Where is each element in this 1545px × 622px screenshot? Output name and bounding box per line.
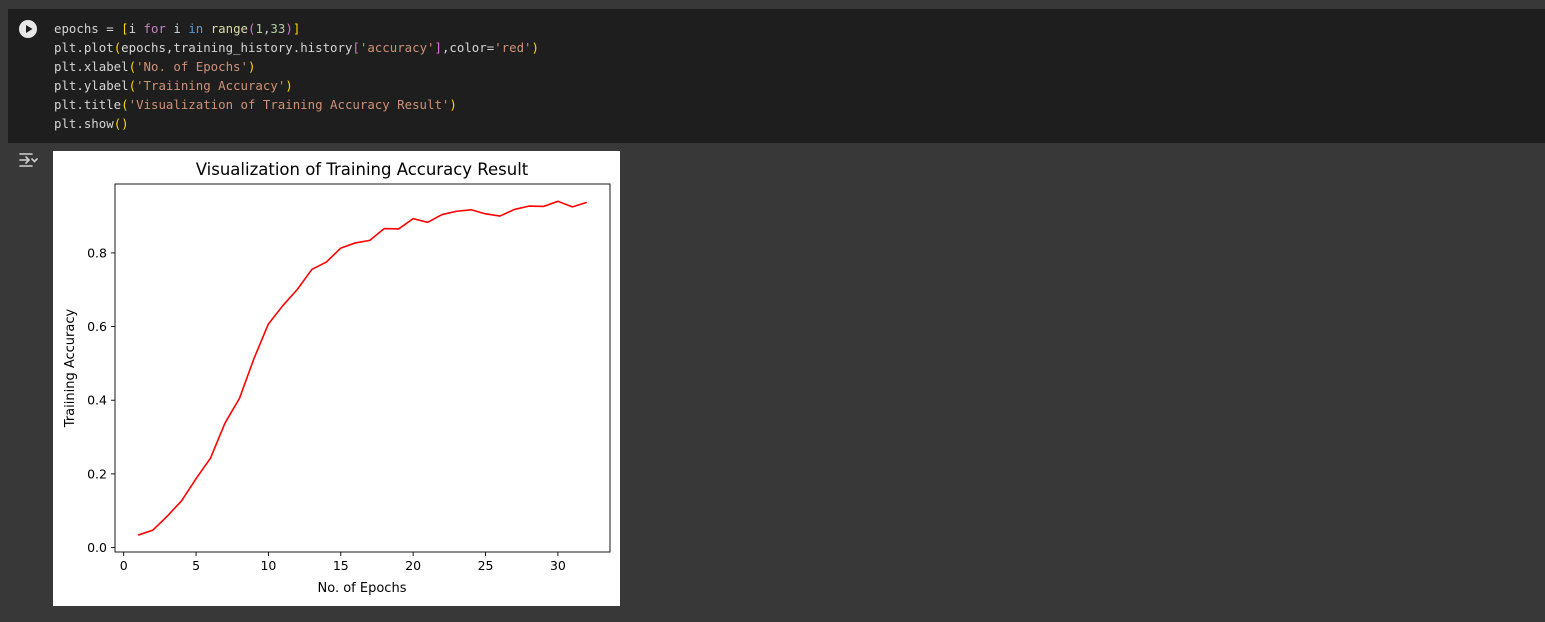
code-line: plt.xlabel('No. of Epochs') [54,59,256,74]
x-axis-label: No. of Epochs [318,581,407,596]
accuracy-line [137,200,588,536]
x-tick-label: 25 [478,558,494,573]
code-line: plt.show() [54,116,129,131]
x-axis-ticks: 0 5 10 15 20 25 30 [120,552,566,573]
line-chart: Visualization of Training Accuracy Resul… [63,160,611,596]
code-cell[interactable]: epochs = [i for i in range(1,33)] plt.plo… [8,9,1545,143]
code-line: plt.plot(epochs,training_history.history… [54,40,539,55]
y-tick-label: 0.0 [87,540,107,555]
y-axis-label: Traiining Accuracy [63,308,78,428]
chart-title: Visualization of Training Accuracy Resul… [196,160,529,179]
play-icon [26,25,33,33]
x-tick-label: 10 [260,558,276,573]
x-tick-label: 0 [120,558,128,573]
y-tick-label: 0.6 [87,319,107,334]
x-tick-label: 20 [405,558,421,573]
data-series [137,200,588,536]
code-line: plt.title('Visualization of Training Acc… [54,97,457,112]
x-tick-label: 15 [333,558,349,573]
code-line: epochs = [i for i in range(1,33)] [54,21,301,36]
y-axis-ticks: 0.0 0.2 0.4 0.6 0.8 [87,245,115,555]
y-tick-label: 0.2 [87,466,107,481]
x-tick-label: 5 [192,558,200,573]
output-toggle-icon[interactable] [18,151,38,169]
x-tick-label: 30 [550,558,566,573]
plot-area-frame [114,183,611,553]
plot-output: Visualization of Training Accuracy Resul… [53,151,620,606]
top-strip [0,0,1545,9]
y-tick-label: 0.8 [87,245,107,260]
y-tick-label: 0.4 [87,393,107,408]
code-line: plt.ylabel('Traiining Accuracy') [54,78,293,93]
code-editor[interactable]: epochs = [i for i in range(1,33)] plt.plo… [54,19,539,133]
run-cell-button[interactable] [19,20,37,38]
